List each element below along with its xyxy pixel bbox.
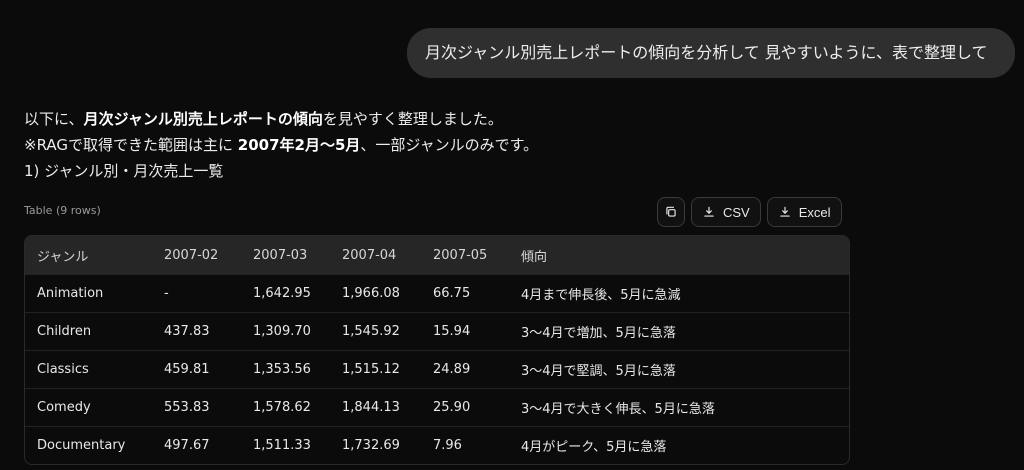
response-line-1: 以下に、月次ジャンル別売上レポートの傾向を見やすく整理しました。 (24, 106, 844, 132)
table-cell: 3〜4月で堅調、5月に急落 (509, 350, 849, 389)
table-cell: 66.75 (421, 274, 509, 313)
table-caption: Table (9 rows) (24, 204, 101, 217)
copy-icon (664, 205, 678, 219)
response-line-3: 1) ジャンル別・月次売上一覧 (24, 162, 224, 180)
header-trend: 傾向 (509, 236, 849, 275)
header-2007-03: 2007-03 (241, 236, 330, 275)
table-cell: 437.83 (152, 312, 241, 351)
table-cell: 4月まで伸長後、5月に急減 (509, 274, 849, 313)
table-row: Animation - 1,642.95 1,966.08 66.75 4月まで… (25, 274, 849, 313)
table-cell: 1,515.12 (330, 350, 421, 389)
response-line-1-suffix: を見やすく整理しました。 (322, 110, 503, 128)
response-line-2: ※RAGで取得できた範囲は主に 2007年2月〜5月、一部ジャンルのみです。 (24, 132, 844, 158)
table-cell: 15.94 (421, 312, 509, 351)
table-cell: 3〜4月で大きく伸長、5月に急落 (509, 388, 849, 427)
header-2007-04: 2007-04 (330, 236, 421, 275)
table-cell: 25.90 (421, 388, 509, 427)
table-cell: 1,732.69 (330, 426, 421, 464)
copy-table-button[interactable] (657, 197, 685, 227)
table-row: Documentary 497.67 1,511.33 1,732.69 7.9… (25, 426, 849, 464)
table-header-row: ジャンル 2007-02 2007-03 2007-04 2007-05 傾向 (25, 236, 849, 275)
table-row: Classics 459.81 1,353.56 1,515.12 24.89 … (25, 350, 849, 389)
table-toolbar: CSV Excel (657, 197, 842, 227)
table-cell: 1,578.62 (241, 388, 330, 427)
table-cell: 1,511.33 (241, 426, 330, 464)
table-cell: 459.81 (152, 350, 241, 389)
table-cell: 7.96 (421, 426, 509, 464)
table-cell: Children (25, 312, 152, 351)
download-excel-label: Excel (798, 204, 831, 220)
table-cell: Classics (25, 350, 152, 389)
response-line-1-prefix: 以下に、 (24, 110, 84, 128)
download-csv-button[interactable]: CSV (691, 197, 761, 227)
table-cell: Documentary (25, 426, 152, 464)
table-cell: 1,545.92 (330, 312, 421, 351)
table-cell: 1,309.70 (241, 312, 330, 351)
table-cell: 4月がピーク、5月に急落 (509, 426, 849, 464)
download-excel-button[interactable]: Excel (766, 197, 842, 227)
download-csv-label: CSV (723, 204, 750, 220)
sales-table: ジャンル 2007-02 2007-03 2007-04 2007-05 傾向 … (25, 236, 849, 464)
user-message-bubble: 月次ジャンル別売上レポートの傾向を分析して 見やすいように、表で整理して (407, 28, 1015, 78)
header-genre: ジャンル (25, 236, 152, 275)
response-line-2-prefix: ※RAGで取得できた範囲は主に (24, 136, 238, 154)
table-cell: - (152, 274, 241, 313)
download-icon (778, 205, 792, 219)
user-message-text: 月次ジャンル別売上レポートの傾向を分析して 見やすいように、表で整理して (425, 43, 988, 62)
response-line-1-strong: 月次ジャンル別売上レポートの傾向 (83, 110, 323, 128)
header-2007-02: 2007-02 (152, 236, 241, 275)
table-cell: 1,642.95 (241, 274, 330, 313)
table-cell: 24.89 (421, 350, 509, 389)
header-2007-05: 2007-05 (421, 236, 509, 275)
assistant-response: 以下に、月次ジャンル別売上レポートの傾向を見やすく整理しました。 ※RAGで取得… (24, 106, 844, 184)
table-cell: Animation (25, 274, 152, 313)
table-row: Children 437.83 1,309.70 1,545.92 15.94 … (25, 312, 849, 351)
genre-sales-table: ジャンル 2007-02 2007-03 2007-04 2007-05 傾向 … (24, 235, 850, 465)
response-line-2-strong: 2007年2月〜5月 (237, 136, 361, 154)
table-cell: 553.83 (152, 388, 241, 427)
table-cell: 1,844.13 (330, 388, 421, 427)
table-cell: Comedy (25, 388, 152, 427)
table-cell: 1,353.56 (241, 350, 330, 389)
table-cell: 497.67 (152, 426, 241, 464)
download-icon (702, 205, 716, 219)
table-row: Comedy 553.83 1,578.62 1,844.13 25.90 3〜… (25, 388, 849, 427)
table-cell: 1,966.08 (330, 274, 421, 313)
response-line-2-suffix: 、一部ジャンルのみです。 (360, 136, 539, 154)
table-cell: 3〜4月で増加、5月に急落 (509, 312, 849, 351)
